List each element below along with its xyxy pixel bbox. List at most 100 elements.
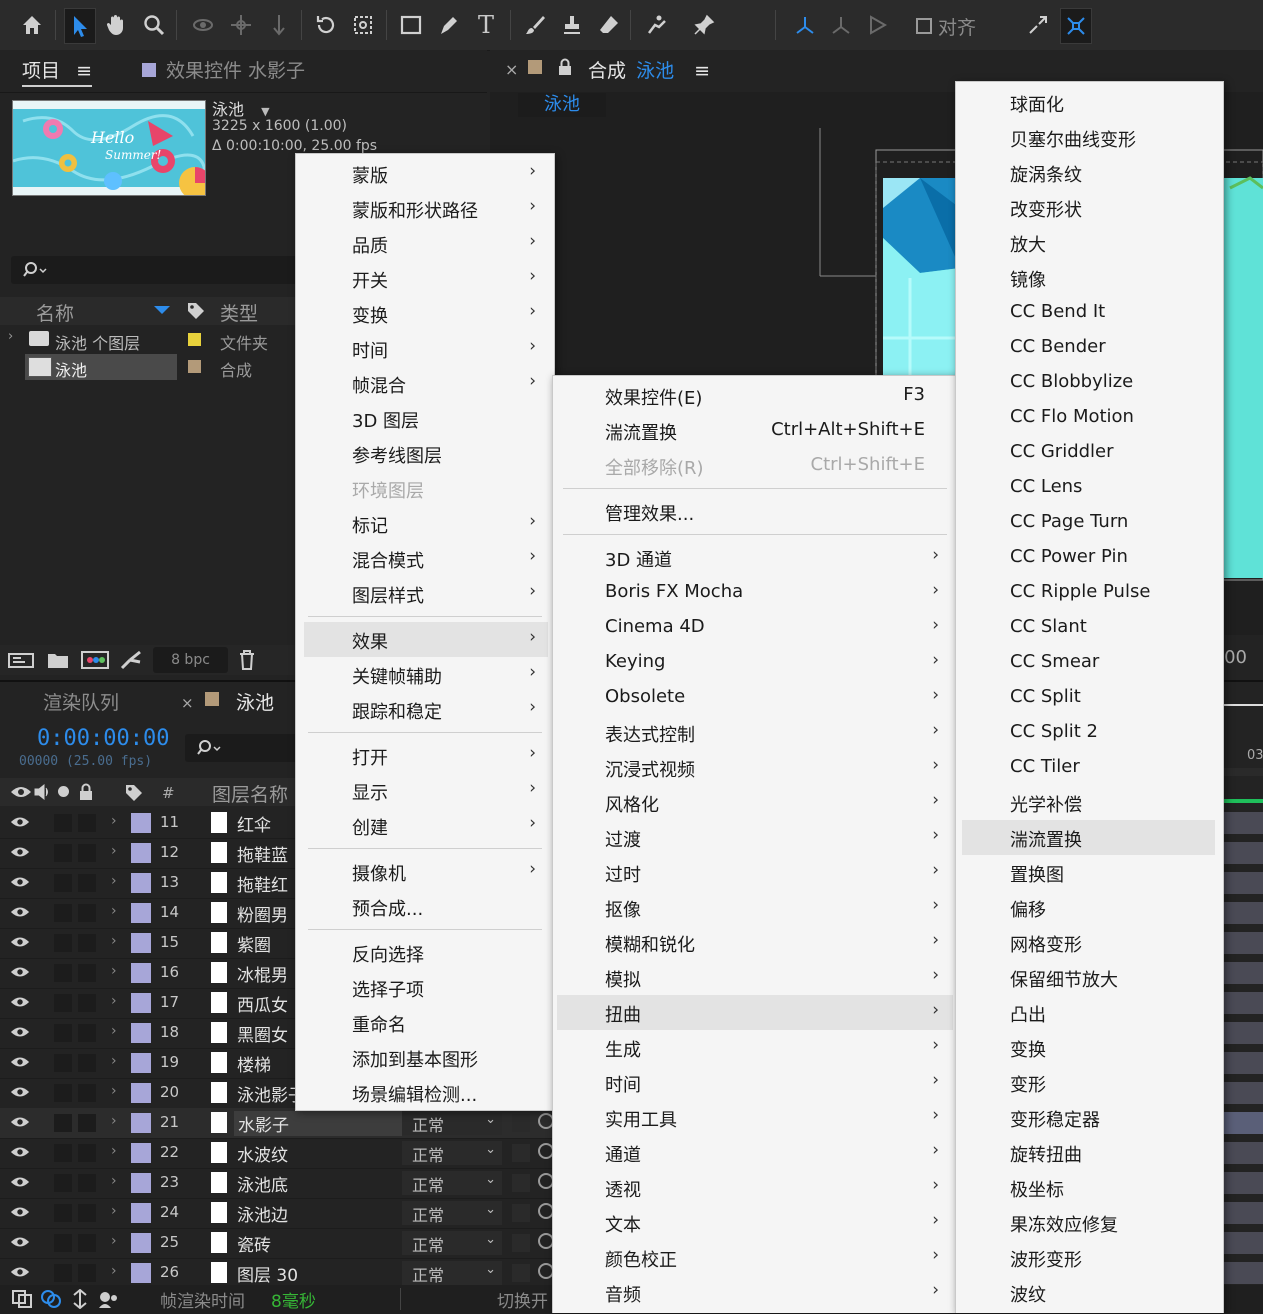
eye-visibility-icon[interactable] xyxy=(10,1114,30,1132)
distort-effect-item[interactable]: CC Smear xyxy=(956,645,1223,680)
context-menu-item[interactable]: 关键帧辅助 › xyxy=(296,657,554,692)
layer-track-bar[interactable] xyxy=(1224,1022,1263,1044)
eye-visibility-icon[interactable] xyxy=(10,814,30,832)
new-folder-icon[interactable] xyxy=(47,650,69,670)
solo-switch[interactable] xyxy=(54,1114,72,1132)
layer-name[interactable]: 拖鞋红 xyxy=(237,871,288,896)
layer-name[interactable]: 西瓜女 xyxy=(237,991,288,1016)
bpc-button[interactable]: 8 bpc xyxy=(153,647,228,673)
solo-switch[interactable] xyxy=(54,814,72,832)
layer-name[interactable]: 水影子 xyxy=(234,1111,402,1136)
effect-category-item[interactable]: 文本 › xyxy=(553,1205,957,1240)
transfer-controls-icon[interactable] xyxy=(40,1289,62,1309)
context-menu-item[interactable]: 标记 › xyxy=(296,506,554,541)
label-tag-icon[interactable] xyxy=(186,301,206,321)
lock-switch[interactable] xyxy=(78,934,96,952)
track-matte-switch[interactable] xyxy=(512,1264,530,1282)
layer-track-bar[interactable] xyxy=(1224,992,1263,1014)
project-item-folder[interactable]: › 泳池 个图层 文件夹 xyxy=(0,327,300,353)
lock-switch[interactable] xyxy=(78,1054,96,1072)
layer-label-color[interactable] xyxy=(131,903,151,923)
effect-category-item[interactable]: 生成 › xyxy=(553,1030,957,1065)
effects-menu-item[interactable]: 效果控件(E) F3 xyxy=(553,378,957,413)
layer-track-bar[interactable] xyxy=(1224,1112,1263,1134)
eye-visibility-icon[interactable] xyxy=(10,1264,30,1282)
distort-effect-item[interactable]: CC Flo Motion xyxy=(956,400,1223,435)
expand-chevron-icon[interactable]: › xyxy=(111,933,117,949)
toggle-switches-label[interactable]: 切换开 xyxy=(497,1287,548,1312)
context-menu-item[interactable]: 摄像机 › xyxy=(296,854,554,889)
effect-category-item[interactable]: 音频 › xyxy=(553,1275,957,1310)
distort-effect-item[interactable]: 变形稳定器 xyxy=(956,1100,1223,1135)
eye-visibility-icon[interactable] xyxy=(10,874,30,892)
distort-effect-item[interactable]: 变形 xyxy=(956,1065,1223,1100)
anchor-point-tool-icon[interactable] xyxy=(348,8,378,42)
expand-chevron-icon[interactable]: › xyxy=(111,1083,117,1099)
effect-category-item[interactable]: Obsolete › xyxy=(553,680,957,715)
solo-switch[interactable] xyxy=(54,1234,72,1252)
context-menu-item[interactable]: 效果 › xyxy=(304,622,548,657)
eye-visibility-icon[interactable] xyxy=(10,1054,30,1072)
blend-mode-dropdown[interactable]: 正常 ⌄ xyxy=(402,1261,502,1285)
blend-mode-dropdown[interactable]: 正常 ⌄ xyxy=(402,1231,502,1255)
solo-switch[interactable] xyxy=(54,1204,72,1222)
label-color-swatch[interactable] xyxy=(188,360,201,373)
layer-name[interactable]: 图层 30 xyxy=(237,1261,298,1286)
distort-effect-item[interactable]: CC Bender xyxy=(956,330,1223,365)
effect-category-item[interactable]: Cinema 4D › xyxy=(553,610,957,645)
lock-switch[interactable] xyxy=(78,1264,96,1282)
solo-switch[interactable] xyxy=(54,874,72,892)
context-menu-item[interactable]: 3D 图层 xyxy=(296,401,554,436)
context-menu-item[interactable]: 品质 › xyxy=(296,226,554,261)
expand-chevron-icon[interactable]: › xyxy=(111,1233,117,1249)
expand-chevron-icon[interactable]: › xyxy=(111,1113,117,1129)
distort-effect-item[interactable]: 凸出 xyxy=(956,995,1223,1030)
eraser-tool-icon[interactable] xyxy=(594,8,624,42)
distort-effect-item[interactable]: CC Power Pin xyxy=(956,540,1223,575)
distort-effect-item[interactable]: 变换 xyxy=(956,1030,1223,1065)
solo-switch[interactable] xyxy=(54,994,72,1012)
sort-desc-icon[interactable] xyxy=(154,306,170,314)
label-tag-icon[interactable] xyxy=(124,783,144,803)
expand-chevron-icon[interactable]: › xyxy=(111,1173,117,1189)
distort-effect-item[interactable]: CC Page Turn xyxy=(956,505,1223,540)
distort-effect-item[interactable]: 光学补偿 xyxy=(956,785,1223,820)
effect-category-item[interactable]: 扭曲 › xyxy=(557,995,953,1030)
comp-name[interactable]: 泳池 ▼ xyxy=(212,96,270,120)
distort-effect-item[interactable]: 波形变形 xyxy=(956,1240,1223,1275)
flowchart-icon[interactable] xyxy=(120,650,142,670)
layer-track-bar[interactable] xyxy=(1224,902,1263,924)
distort-effect-item[interactable]: CC Bend It xyxy=(956,295,1223,330)
context-menu-item[interactable]: 变换 › xyxy=(296,296,554,331)
layer-track-bar[interactable] xyxy=(1224,962,1263,984)
effect-category-item[interactable]: 沉浸式视频 › xyxy=(553,750,957,785)
lock-icon[interactable] xyxy=(78,783,94,801)
tab-render-queue[interactable]: 渲染队列 xyxy=(43,688,119,715)
lock-switch[interactable] xyxy=(78,1024,96,1042)
layer-row[interactable]: › 25 瓷砖 正常 ⌄ xyxy=(0,1228,560,1259)
expand-chevron-icon[interactable]: › xyxy=(8,329,13,344)
trash-icon[interactable] xyxy=(237,649,257,671)
layer-track-bar[interactable] xyxy=(1224,1202,1263,1224)
effect-category-item[interactable]: 实用工具 › xyxy=(553,1100,957,1135)
column-layer-name[interactable]: 图层名称 xyxy=(212,780,288,807)
eye-visibility-icon[interactable] xyxy=(10,964,30,982)
comp-subtab[interactable]: 泳池 xyxy=(518,93,606,117)
lock-switch[interactable] xyxy=(78,1144,96,1162)
current-time-display[interactable]: 0:00:00:00 xyxy=(37,726,169,751)
distort-effect-item[interactable]: 旋转扭曲 xyxy=(956,1135,1223,1170)
tab-menu-icon[interactable]: ≡ xyxy=(694,60,710,82)
layer-label-color[interactable] xyxy=(131,813,151,833)
solo-switch[interactable] xyxy=(54,904,72,922)
tab-effect-controls[interactable]: 效果控件 水影子 xyxy=(142,56,305,83)
layer-label-color[interactable] xyxy=(131,1083,151,1103)
effect-category-item[interactable]: Keying › xyxy=(553,645,957,680)
distort-effect-item[interactable]: CC Slant xyxy=(956,610,1223,645)
context-menu-item[interactable]: 选择子项 xyxy=(296,970,554,1005)
blend-mode-dropdown[interactable]: 正常 ⌄ xyxy=(402,1171,502,1195)
context-menu-item[interactable]: 混合模式 › xyxy=(296,541,554,576)
context-menu-item[interactable]: 预合成... xyxy=(296,889,554,924)
layer-row[interactable]: › 24 泳池边 正常 ⌄ xyxy=(0,1198,560,1229)
effect-category-item[interactable]: 抠像 › xyxy=(553,890,957,925)
eye-visibility-icon[interactable] xyxy=(10,1234,30,1252)
